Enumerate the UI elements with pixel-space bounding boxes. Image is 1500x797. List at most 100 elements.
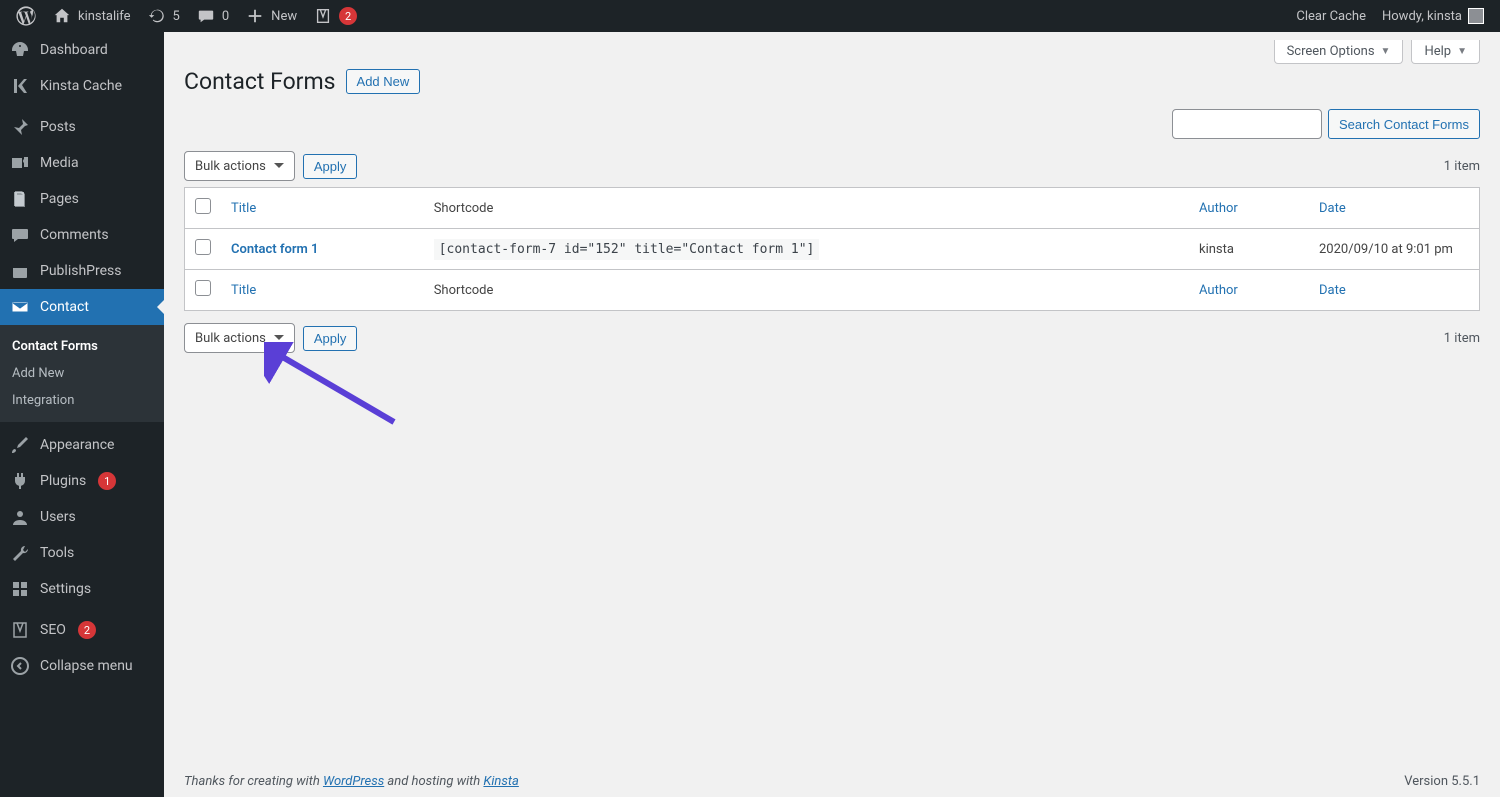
plus-icon [245, 6, 265, 26]
sidebar-label: Pages [40, 191, 79, 207]
row-title-link[interactable]: Contact form 1 [231, 242, 318, 257]
yoast-badge: 2 [339, 7, 357, 25]
sidebar-item-media[interactable]: Media [0, 145, 164, 181]
sidebar-label: SEO [40, 622, 66, 638]
add-new-button[interactable]: Add New [346, 69, 421, 94]
search-input[interactable] [1172, 109, 1322, 139]
sidebar-label: Dashboard [40, 42, 108, 58]
submenu-integration[interactable]: Integration [0, 387, 164, 414]
bulk-actions-select[interactable]: Bulk actions [184, 151, 295, 181]
annotation-arrow [264, 342, 404, 432]
update-icon [147, 6, 167, 26]
table-row: Contact form 1 [contact-form-7 id="152" … [185, 229, 1479, 269]
chevron-down-icon: ▼ [1457, 46, 1467, 57]
yoast-icon [313, 6, 333, 26]
col-shortcode-foot: Shortcode [434, 283, 494, 298]
submenu-add-new[interactable]: Add New [0, 360, 164, 387]
apply-button-bottom[interactable]: Apply [303, 326, 358, 351]
sidebar-label: Plugins [40, 473, 86, 489]
table-footer-row: Title Shortcode Author Date [185, 269, 1479, 310]
sidebar-label: Tools [40, 545, 74, 561]
sidebar-item-posts[interactable]: Posts [0, 109, 164, 145]
sidebar-item-seo[interactable]: SEO 2 [0, 612, 164, 648]
footer-thanks-prefix: Thanks for creating with [184, 774, 323, 789]
wp-logo[interactable] [8, 0, 44, 32]
wordpress-icon [16, 6, 36, 26]
apply-button-top[interactable]: Apply [303, 154, 358, 179]
col-title[interactable]: Title [231, 201, 256, 216]
calendar-icon [10, 261, 30, 281]
home-icon [52, 6, 72, 26]
screen-options-tab[interactable]: Screen Options ▼ [1274, 40, 1404, 64]
sidebar-item-settings[interactable]: Settings [0, 571, 164, 607]
select-all-checkbox-bottom[interactable] [195, 280, 211, 296]
brush-icon [10, 435, 30, 455]
plugins-badge: 1 [98, 472, 116, 490]
sidebar-item-publishpress[interactable]: PublishPress [0, 253, 164, 289]
sidebar-item-tools[interactable]: Tools [0, 535, 164, 571]
sidebar-item-contact[interactable]: Contact [0, 289, 164, 325]
new-label: New [271, 9, 297, 24]
col-shortcode: Shortcode [434, 201, 494, 216]
row-checkbox[interactable] [195, 239, 211, 255]
footer-wordpress-link[interactable]: WordPress [323, 774, 384, 789]
table-header-row: Title Shortcode Author Date [185, 188, 1479, 229]
sidebar-item-collapse[interactable]: Collapse menu [0, 648, 164, 684]
account-link[interactable]: Howdy, kinsta [1374, 0, 1492, 32]
sidebar-item-dashboard[interactable]: Dashboard [0, 32, 164, 68]
sidebar-item-appearance[interactable]: Appearance [0, 427, 164, 463]
search-button[interactable]: Search Contact Forms [1328, 109, 1480, 139]
comments-icon [10, 225, 30, 245]
mail-icon [10, 297, 30, 317]
col-author[interactable]: Author [1199, 201, 1238, 216]
select-all-checkbox-top[interactable] [195, 198, 211, 214]
sidebar-label: Comments [40, 227, 109, 243]
wrench-icon [10, 543, 30, 563]
kinsta-icon [10, 76, 30, 96]
bulk-actions-label-bottom: Bulk actions [195, 331, 266, 346]
pin-icon [10, 117, 30, 137]
bulk-actions-select-bottom[interactable]: Bulk actions [184, 323, 295, 353]
col-author-foot[interactable]: Author [1199, 283, 1238, 298]
sidebar-label: Settings [40, 581, 91, 597]
seo-icon [10, 620, 30, 640]
avatar [1468, 8, 1484, 24]
sidebar-label: Posts [40, 119, 76, 135]
comments-link[interactable]: 0 [188, 0, 237, 32]
col-date-foot[interactable]: Date [1319, 283, 1346, 298]
collapse-icon [10, 656, 30, 676]
new-content-link[interactable]: New [237, 0, 305, 32]
footer-version: Version 5.5.1 [1404, 774, 1480, 789]
sidebar-label: Kinsta Cache [40, 78, 122, 94]
media-icon [10, 153, 30, 173]
updates-count: 5 [173, 9, 180, 24]
sidebar-item-users[interactable]: Users [0, 499, 164, 535]
updates-link[interactable]: 5 [139, 0, 188, 32]
admin-sidebar: Dashboard Kinsta Cache Posts Media Pages… [0, 32, 164, 797]
help-tab[interactable]: Help ▼ [1411, 40, 1480, 64]
item-count-top: 1 item [1444, 159, 1480, 174]
contact-submenu: Contact Forms Add New Integration [0, 325, 164, 422]
sidebar-item-plugins[interactable]: Plugins 1 [0, 463, 164, 499]
row-shortcode[interactable]: [contact-form-7 id="152" title="Contact … [434, 239, 820, 260]
item-count-bottom: 1 item [1444, 331, 1480, 346]
sidebar-item-comments[interactable]: Comments [0, 217, 164, 253]
sidebar-label: Collapse menu [40, 658, 133, 674]
col-title-foot[interactable]: Title [231, 283, 256, 298]
sidebar-item-kinsta-cache[interactable]: Kinsta Cache [0, 68, 164, 104]
chevron-down-icon: ▼ [1381, 46, 1391, 57]
sidebar-item-pages[interactable]: Pages [0, 181, 164, 217]
user-icon [10, 507, 30, 527]
sidebar-label: Appearance [40, 437, 114, 453]
sidebar-label: Users [40, 509, 76, 525]
howdy-label: Howdy, kinsta [1382, 9, 1462, 24]
submenu-contact-forms[interactable]: Contact Forms [0, 333, 164, 360]
col-date[interactable]: Date [1319, 201, 1346, 216]
dashboard-icon [10, 40, 30, 60]
row-author: kinsta [1199, 242, 1234, 257]
page-title: Contact Forms [184, 68, 336, 95]
footer-kinsta-link[interactable]: Kinsta [483, 774, 518, 789]
clear-cache-link[interactable]: Clear Cache [1288, 0, 1374, 32]
yoast-link[interactable]: 2 [305, 0, 365, 32]
site-link[interactable]: kinstalife [44, 0, 139, 32]
